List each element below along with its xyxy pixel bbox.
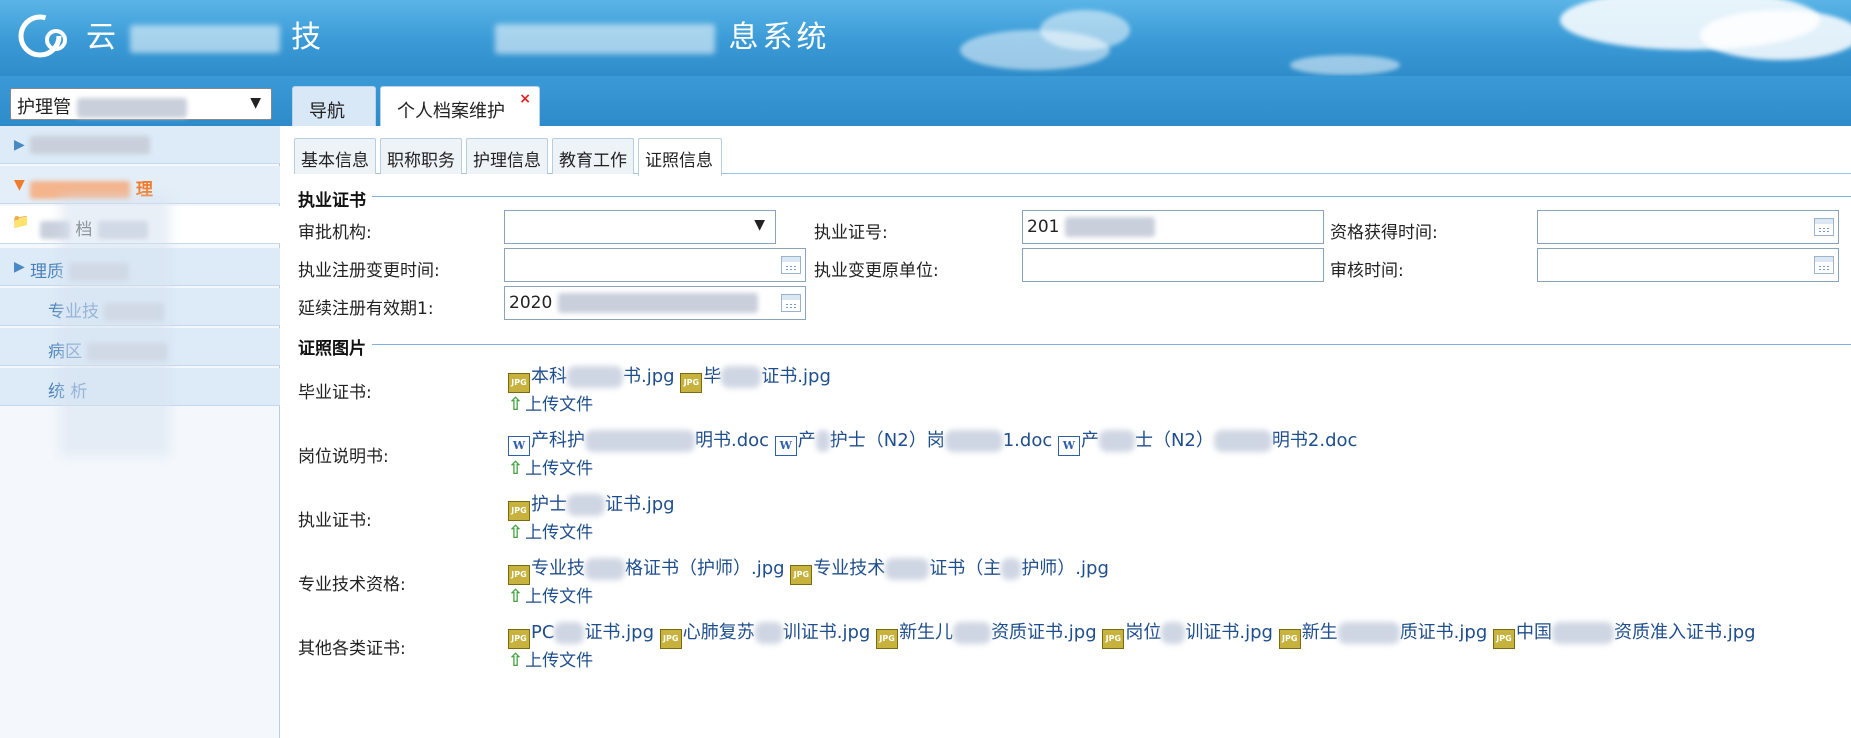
license-no-label: 执业证号:: [814, 223, 888, 243]
jpg-file-link[interactable]: JPG 专业技术 证书（主 护师）.jpg: [790, 558, 1109, 585]
photo-row-label: 毕业证书:: [298, 383, 372, 403]
sidebar-item-1[interactable]: ▶: [0, 126, 280, 164]
module-select[interactable]: 护理管 ▼: [10, 88, 272, 120]
subtab-title-duty[interactable]: 职称职务: [380, 138, 462, 174]
calendar-icon[interactable]: [1814, 256, 1834, 274]
subtab-license-info[interactable]: 证照信息: [638, 138, 722, 176]
word-doc-icon: W: [774, 436, 797, 456]
jpg-file-link[interactable]: JPG 护士 证书.jpg: [508, 494, 675, 521]
upload-file-button[interactable]: ⇧ 上传文件: [508, 390, 593, 415]
doc-file-link[interactable]: W 产科护 明书.doc: [508, 430, 769, 456]
blur-overlay: [60, 196, 170, 456]
subtab-nursing-info[interactable]: 护理信息: [466, 138, 548, 174]
upload-arrow-icon: ⇧: [508, 650, 524, 671]
word-doc-icon: W: [508, 436, 530, 456]
section-divider: [372, 344, 1851, 345]
jpg-file-link[interactable]: JPG 专业技 格证书（护师）.jpg: [508, 558, 785, 585]
subtab-basic-info[interactable]: 基本信息: [294, 138, 376, 174]
photo-row-label: 执业证书:: [298, 511, 372, 531]
jpg-file-link[interactable]: JPG 心肺复苏 训证书.jpg: [659, 622, 870, 649]
jpg-file-icon: JPG: [790, 565, 813, 585]
upload-arrow-icon: ⇧: [508, 586, 524, 607]
upload-file-button[interactable]: ⇧ 上传文件: [508, 646, 593, 671]
caret-right-icon: ▶: [14, 259, 25, 275]
jpg-file-icon: JPG: [680, 373, 703, 393]
doc-file-link[interactable]: W 产护士（N2）岗 1.doc: [774, 430, 1052, 456]
upload-arrow-icon: ⇧: [508, 394, 524, 415]
subtab-bar: 基本信息 职称职务 护理信息 教育工作 证照信息: [294, 134, 1851, 176]
file-list: JPG 本科 书.jpg JPG 毕证书.jpg: [508, 362, 831, 393]
tab-bar: 护理管 ▼ 导航 个人档案维护 ×: [0, 76, 1851, 126]
upload-file-button[interactable]: ⇧ 上传文件: [508, 518, 593, 543]
jpg-file-link[interactable]: JPG 新生 质证书.jpg: [1278, 622, 1487, 649]
license-no-input[interactable]: 201: [1022, 210, 1324, 244]
jpg-file-icon: JPG: [1493, 629, 1515, 649]
section-title-license: 执业证书: [298, 191, 366, 211]
audit-time-input[interactable]: [1537, 248, 1839, 282]
jpg-file-link[interactable]: JPG 岗位 训证书.jpg: [1102, 622, 1273, 649]
jpg-file-link[interactable]: JPG 毕证书.jpg: [680, 366, 831, 393]
calendar-icon[interactable]: [1814, 218, 1834, 236]
reg-change-time-label: 执业注册变更时间:: [298, 261, 440, 281]
file-list: JPG 专业技 格证书（护师）.jpg JPG 专业技术 证书（主 护师）.jpg: [508, 554, 1109, 585]
system-title: 息系统: [495, 12, 831, 56]
photo-row-label: 其他各类证书:: [298, 639, 406, 659]
upload-file-button[interactable]: ⇧ 上传文件: [508, 582, 593, 607]
file-list: W 产科护 明书.doc W 产护士（N2）岗 1.doc W 产士（N2） 明书2.doc: [508, 426, 1357, 456]
photo-row-label: 岗位说明书:: [298, 447, 389, 467]
sidebar: ▶ ▼ 理 📁 档 ▶ 理质 专业技 病区 统 析: [0, 126, 280, 738]
section-title-photos: 证照图片: [298, 339, 366, 359]
jpg-file-link[interactable]: JPG 新生儿 资质证书.jpg: [876, 622, 1097, 649]
change-orig-unit-label: 执业变更原单位:: [814, 261, 939, 281]
jpg-file-link[interactable]: JPG 中国 资质准入证书.jpg: [1493, 622, 1756, 649]
calendar-icon[interactable]: [781, 256, 801, 274]
file-list: JPG PC 证书.jpg JPG 心肺复苏 训证书.jpg JPG 新生儿 资质证书.jp…: [508, 618, 1756, 649]
file-list: JPG 护士 证书.jpg: [508, 490, 675, 521]
calendar-icon[interactable]: [781, 294, 801, 312]
jpg-file-icon: JPG: [876, 629, 899, 649]
jpg-file-icon: JPG: [1278, 629, 1301, 649]
app-logo: [18, 14, 67, 58]
tab-navigation[interactable]: 导航: [292, 86, 376, 126]
photo-row-label: 专业技术资格:: [298, 575, 406, 595]
renew-valid-input[interactable]: 2020: [504, 286, 806, 320]
approval-org-label: 审批机构:: [298, 223, 372, 243]
qualify-time-label: 资格获得时间:: [1330, 223, 1438, 243]
tab-personal-archive[interactable]: 个人档案维护 ×: [380, 86, 540, 126]
folder-icon: 📁: [12, 214, 30, 230]
jpg-file-link[interactable]: JPG PC 证书.jpg: [508, 622, 654, 649]
change-orig-unit-input[interactable]: [1022, 248, 1324, 282]
subtab-education[interactable]: 教育工作: [552, 138, 634, 174]
app-header: 云 技 息系统: [0, 0, 1851, 76]
caret-right-icon: ▶: [14, 137, 25, 153]
doc-file-link[interactable]: W 产士（N2） 明书2.doc: [1057, 430, 1357, 456]
jpg-file-link[interactable]: JPG 本科 书.jpg: [508, 366, 675, 393]
jpg-file-icon: JPG: [1102, 629, 1125, 649]
chevron-down-icon: ▼: [250, 95, 261, 111]
section-divider: [372, 196, 1851, 197]
renew-valid-label: 延续注册有效期1:: [298, 299, 434, 319]
jpg-file-icon: JPG: [659, 629, 682, 649]
caret-down-icon: ▼: [14, 177, 25, 193]
app-name: 云 技: [86, 20, 324, 55]
main-content: 基本信息 职称职务 护理信息 教育工作 证照信息 执业证书 审批机构: ▼ 执业…: [290, 126, 1851, 738]
close-icon[interactable]: ×: [519, 91, 531, 107]
chevron-down-icon: ▼: [754, 217, 765, 233]
upload-arrow-icon: ⇧: [508, 458, 524, 479]
audit-time-label: 审核时间:: [1330, 261, 1404, 281]
approval-org-select[interactable]: ▼: [504, 210, 776, 244]
qualify-time-input[interactable]: [1537, 210, 1839, 244]
upload-arrow-icon: ⇧: [508, 522, 524, 543]
word-doc-icon: W: [1057, 436, 1080, 456]
upload-file-button[interactable]: ⇧ 上传文件: [508, 454, 593, 479]
reg-change-time-input[interactable]: [504, 248, 806, 282]
